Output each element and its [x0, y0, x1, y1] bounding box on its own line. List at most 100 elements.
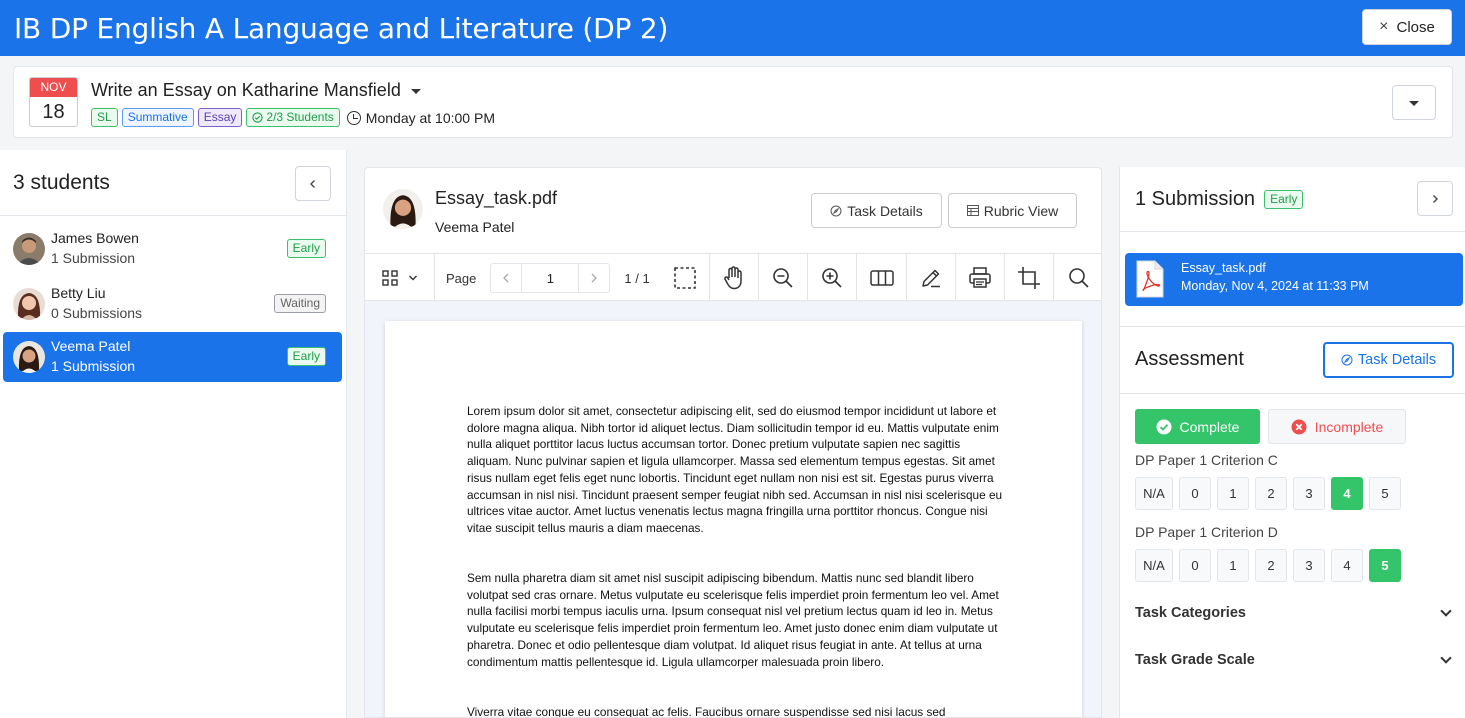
criterion-label: DP Paper 1 Criterion C	[1135, 452, 1278, 468]
task-details-label: Task Details	[847, 202, 923, 219]
submission-count: 1 Submission	[1135, 188, 1256, 210]
page-total: 1 / 1	[624, 270, 650, 286]
zoom-in-icon	[822, 268, 842, 288]
accordion-label: Task Categories	[1135, 605, 1246, 621]
grade-option[interactable]: 3	[1293, 549, 1325, 582]
crop-icon	[1018, 267, 1040, 289]
course-title: IB DP English A Language and Literature …	[14, 11, 669, 45]
search-button[interactable]	[1054, 254, 1101, 302]
submission-file-item[interactable]: Essay_task.pdf Monday, Nov 4, 2024 at 11…	[1125, 253, 1463, 306]
task-options-dropdown[interactable]	[1392, 85, 1436, 120]
table-icon	[966, 205, 979, 216]
expand-panel-button[interactable]	[1417, 181, 1453, 216]
grade-option[interactable]: 5	[1369, 477, 1401, 510]
compass-icon	[830, 205, 842, 216]
grade-option[interactable]: 2	[1255, 477, 1287, 510]
grade-option[interactable]: 1	[1217, 477, 1249, 510]
student-item-betty-liu[interactable]: Betty Liu 0 Submissions Waiting	[3, 279, 342, 329]
students-submitted-label: 2/3 Students	[266, 110, 334, 124]
criterion-label: DP Paper 1 Criterion D	[1135, 524, 1278, 540]
task-categories-accordion[interactable]: Task Categories	[1135, 605, 1453, 621]
document-paragraph: Lorem ipsum dolor sit amet, consectetur …	[467, 404, 1003, 535]
grade-option[interactable]: 0	[1179, 477, 1211, 510]
grade-option-selected[interactable]: 5	[1369, 549, 1401, 582]
task-card: NOV 18 Write an Essay on Katharine Mansf…	[13, 66, 1453, 138]
status-badge: Waiting	[274, 294, 326, 313]
grade-option[interactable]: 0	[1179, 549, 1211, 582]
status-badge: Early	[1264, 190, 1304, 209]
task-details-button[interactable]: Task Details	[811, 193, 942, 228]
chevron-left-icon	[503, 273, 509, 283]
crop-button[interactable]	[1005, 254, 1054, 302]
chevron-right-icon	[1433, 194, 1438, 203]
thumbnails-button[interactable]	[365, 254, 435, 302]
tag-students-submitted: 2/3 Students	[246, 108, 340, 127]
student-item-veema-patel[interactable]: Veema Patel 1 Submission Early	[3, 332, 342, 382]
assessment-title: Assessment	[1135, 348, 1244, 370]
avatar	[13, 288, 45, 320]
previous-page-button[interactable]	[491, 264, 521, 292]
grade-option[interactable]: 3	[1293, 477, 1325, 510]
due-time: Monday at 10:00 PM	[346, 109, 495, 126]
document-paragraph: Sem nulla pharetra diam sit amet nisl su…	[467, 571, 999, 669]
pdf-toolbar: Page 1 1 / 1	[365, 253, 1101, 302]
caret-down-icon	[1409, 101, 1419, 106]
criterion-d-grades: N/A 0 1 2 3 4 5	[1135, 549, 1401, 582]
grade-option[interactable]: 1	[1217, 549, 1249, 582]
assessment-task-details-button[interactable]: Task Details	[1323, 342, 1454, 378]
annotate-button[interactable]	[907, 254, 956, 302]
close-button[interactable]: × Close	[1362, 9, 1452, 45]
caret-down-icon	[410, 89, 421, 94]
student-submissions: 1 Submission	[51, 358, 136, 374]
printer-icon	[969, 267, 991, 288]
select-tool-button[interactable]	[661, 254, 710, 302]
rubric-view-button[interactable]: Rubric View	[948, 193, 1077, 228]
student-submissions: 0 Submissions	[51, 305, 143, 321]
accordion-label: Task Grade Scale	[1135, 652, 1255, 668]
page-number-input[interactable]: 1	[521, 264, 580, 292]
rubric-view-label: Rubric View	[983, 202, 1059, 219]
document-paragraph: Viverra vitae congue eu consequat ac fel…	[467, 705, 946, 718]
print-button[interactable]	[956, 254, 1005, 302]
student-item-james-bowen[interactable]: James Bowen 1 Submission Early	[3, 224, 342, 274]
grade-option[interactable]: N/A	[1135, 549, 1173, 582]
document-file-name: Essay_task.pdf	[435, 188, 558, 208]
status-badge: Early	[286, 347, 326, 366]
grade-option[interactable]: N/A	[1135, 477, 1173, 510]
divider	[1120, 231, 1465, 232]
incomplete-button[interactable]: Incomplete	[1268, 409, 1406, 444]
zoom-out-button[interactable]	[759, 254, 808, 302]
task-grade-scale-accordion[interactable]: Task Grade Scale	[1135, 652, 1453, 668]
app-header: IB DP English A Language and Literature …	[0, 0, 1465, 56]
submission-file-name: Essay_task.pdf	[1181, 261, 1266, 275]
grade-option[interactable]: 4	[1331, 549, 1363, 582]
chevron-down-icon	[1440, 605, 1452, 617]
pencil-icon	[922, 269, 940, 288]
zoom-in-button[interactable]	[808, 254, 857, 302]
close-label: Close	[1396, 18, 1435, 36]
pdf-page: Lorem ipsum dolor sit amet, consectetur …	[385, 321, 1082, 718]
page-layout-button[interactable]	[857, 254, 907, 302]
close-icon: ×	[1379, 18, 1389, 35]
students-panel: 3 students James Bowen 1 Submission Earl…	[0, 150, 347, 718]
submission-panel: 1 Submission Early Essay_task.pdf Monday…	[1119, 167, 1465, 718]
task-title-dropdown[interactable]: Write an Essay on Katharine Mansfield	[91, 80, 421, 101]
avatar	[383, 189, 423, 229]
complete-button[interactable]: Complete	[1135, 409, 1260, 444]
due-date-day: 18	[42, 101, 65, 123]
grade-option-selected[interactable]: 4	[1331, 477, 1363, 510]
pan-tool-button[interactable]	[710, 254, 759, 302]
submission-date: Monday, Nov 4, 2024 at 11:33 PM	[1181, 279, 1369, 293]
page-label: Page	[446, 270, 477, 286]
check-circle-icon	[1156, 419, 1172, 434]
search-icon	[1068, 268, 1089, 288]
marquee-select-icon	[674, 267, 696, 289]
document-canvas[interactable]: Lorem ipsum dolor sit amet, consectetur …	[365, 301, 1101, 718]
due-time-label: Monday at 10:00 PM	[365, 109, 495, 126]
next-page-button[interactable]	[579, 264, 609, 292]
avatar	[13, 233, 45, 265]
student-name: James Bowen	[51, 230, 139, 246]
grade-option[interactable]: 2	[1255, 549, 1287, 582]
collapse-panel-button[interactable]	[295, 166, 331, 201]
divider	[1120, 393, 1465, 394]
